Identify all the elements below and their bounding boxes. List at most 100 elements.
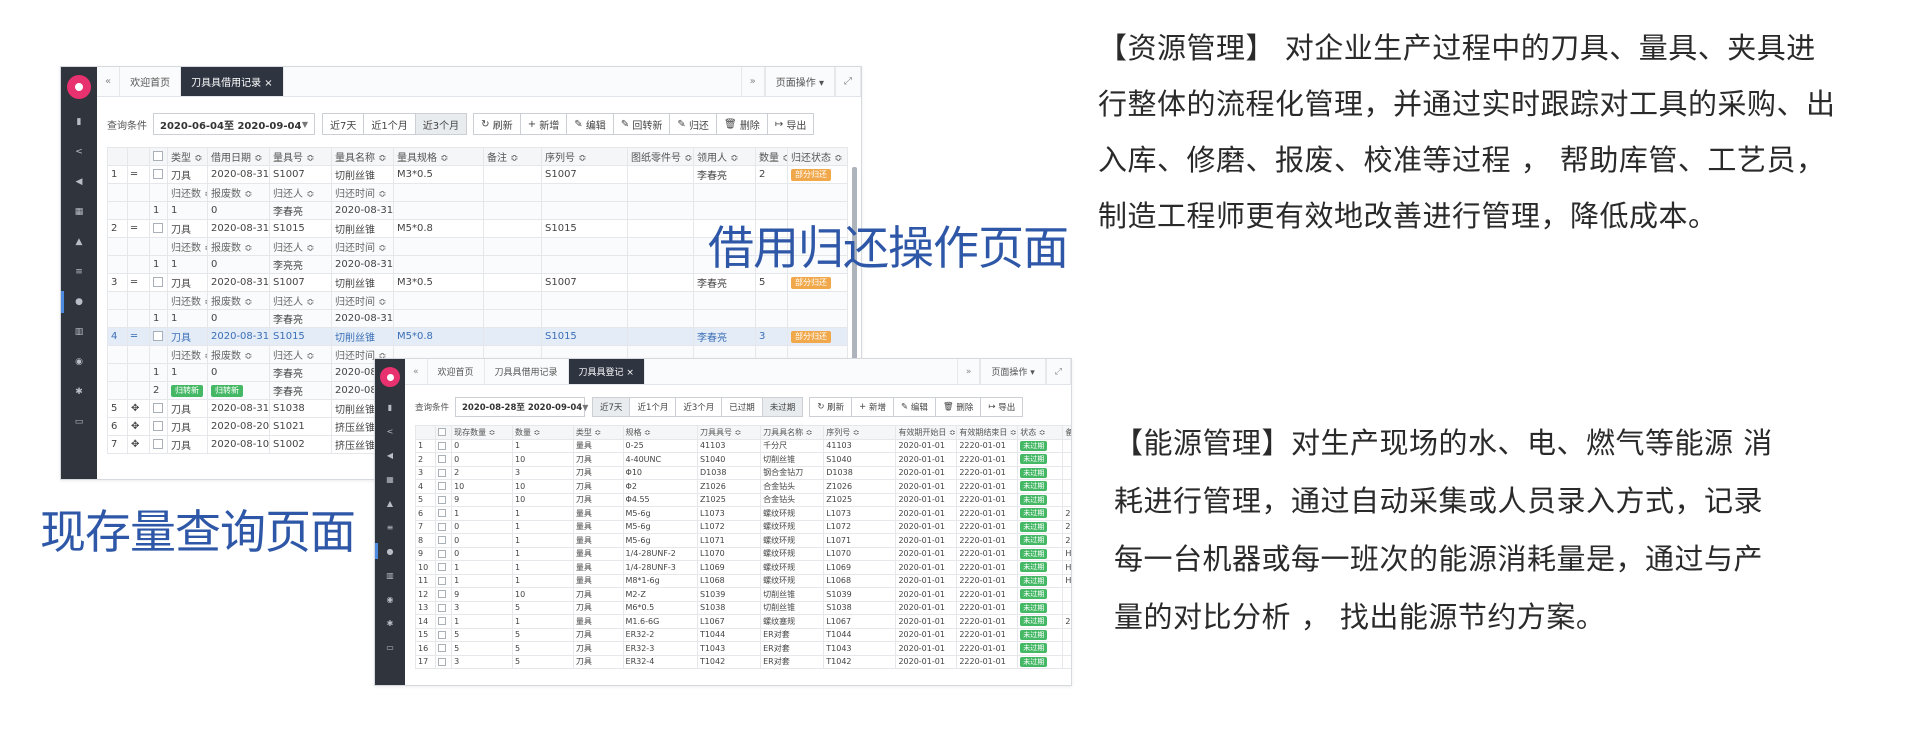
refresh-button[interactable]: ↻ 刷新 <box>473 113 521 135</box>
tab-borrow-record[interactable]: 刀具具借用记录 <box>485 359 569 384</box>
table-row[interactable]: 16 5 5 刀具 ER32-3 T1043 ER对套 T1043 2020-01-01 2220… <box>414 641 1071 656</box>
refresh-button[interactable]: ↻ 刷新 <box>809 397 853 417</box>
settings-icon[interactable]: ◉ <box>61 347 97 377</box>
document-icon[interactable]: ▮ <box>375 395 405 419</box>
col-type[interactable]: 类型 ≎ <box>572 425 624 440</box>
export-button[interactable]: ↦ 导出 <box>766 113 815 135</box>
checkbox[interactable] <box>438 657 447 666</box>
table-row[interactable]: 6 1 1 量具 M5-6g L1073 螺纹环规 L1073 2020-01-01 2220-0… <box>414 506 1071 521</box>
logo-pin-icon[interactable] <box>67 75 91 99</box>
row-checkbox[interactable] <box>435 627 453 642</box>
col-status[interactable]: 归还状态 ≎ <box>787 147 848 166</box>
row-checkbox[interactable] <box>149 165 168 184</box>
monitor-icon[interactable]: ▭ <box>375 635 405 659</box>
table-row[interactable]: 17 3 5 刀具 ER32-4 T1042 ER对套 T1042 2020-01-01 2220… <box>414 654 1071 669</box>
col-serial[interactable]: 序列号 ≎ <box>541 147 628 166</box>
table-row[interactable]: 4 10 10 刀具 Φ2 Z1026 合金钻头 Z1026 2020-01-01 2220-01… <box>414 479 1071 494</box>
checkbox[interactable] <box>153 277 163 287</box>
row-checkbox[interactable] <box>149 327 168 346</box>
col-qty[interactable]: 数量 ≎ <box>511 425 574 440</box>
row-checkbox[interactable] <box>435 438 453 453</box>
checkbox[interactable] <box>438 563 447 572</box>
checkbox[interactable] <box>438 644 447 653</box>
sub-col[interactable]: 报废数 ≎ <box>207 291 270 310</box>
table-row[interactable]: 1 ═ 刀具 2020-08-31 S1007 切削丝锥 M3*0.5 S1007 李春亮 2 部分… <box>107 165 848 184</box>
convert-new-button[interactable]: ✎ 回转新 <box>612 113 671 135</box>
checkbox[interactable] <box>438 522 447 531</box>
col-user[interactable]: 领用人 ≎ <box>693 147 756 166</box>
col-status[interactable]: 状态 ≎ <box>1017 425 1064 440</box>
col-name[interactable]: 量具名称 ≎ <box>331 147 394 166</box>
settings-icon[interactable]: ◉ <box>375 587 405 611</box>
row-checkbox[interactable] <box>149 273 168 292</box>
checkbox[interactable] <box>438 441 447 450</box>
list-icon[interactable]: ≡ <box>61 257 97 287</box>
table-row[interactable]: 4 ═ 刀具 2020-08-31 S1015 切削丝锥 M5*0.8 S1015 李春亮 3 部分… <box>107 327 848 346</box>
shield-icon[interactable]: ● <box>375 539 405 563</box>
send-icon[interactable]: ◀ <box>375 443 405 467</box>
row-checkbox[interactable] <box>435 546 453 561</box>
col-spec[interactable]: 规格 ≎ <box>622 425 698 440</box>
last-1-month-button[interactable]: 近1个月 <box>363 113 416 135</box>
add-button[interactable]: + 新增 <box>519 113 568 135</box>
checkbox[interactable] <box>438 482 447 491</box>
return-button[interactable]: ✎ 归还 <box>669 113 717 135</box>
col-date[interactable]: 借用日期 ≎ <box>207 147 270 166</box>
expand-icon[interactable]: ✥ <box>127 435 150 454</box>
row-checkbox[interactable] <box>435 560 453 575</box>
collapse-icon[interactable]: ═ <box>127 219 150 238</box>
sub-col[interactable]: 归还时间 ≎ <box>331 291 394 310</box>
col-stock[interactable]: 现存数量 ≎ <box>451 425 513 440</box>
sub-col[interactable]: 报废数 ≎ <box>207 183 270 202</box>
page-ops-menu[interactable]: 页面操作 ▾ <box>764 67 835 96</box>
row-checkbox[interactable] <box>435 573 453 588</box>
tab-scroll-left-icon[interactable]: « <box>405 359 428 384</box>
row-checkbox[interactable] <box>435 587 453 602</box>
row-checkbox[interactable] <box>149 417 168 436</box>
sub-col[interactable]: 归还数 ≎ <box>167 183 208 202</box>
expand-icon[interactable]: ✥ <box>127 399 150 418</box>
delete-button[interactable]: 🗑 删除 <box>934 397 982 417</box>
bank-icon[interactable]: ▦ <box>61 197 97 227</box>
row-checkbox[interactable] <box>149 219 168 238</box>
sub-col[interactable]: 归还人 ≎ <box>269 237 332 256</box>
collapse-icon[interactable]: ═ <box>127 327 150 346</box>
table-row[interactable]: 1 0 1 量具 0-25 41103 千分尺 41103 2020-01-01 2220-01-… <box>414 438 1071 453</box>
sub-col[interactable]: 归还时间 ≎ <box>331 237 394 256</box>
fullscreen-icon[interactable]: ⤢ <box>1045 359 1071 384</box>
sub-col[interactable]: 归还数 ≎ <box>167 345 208 364</box>
checkbox[interactable] <box>153 421 163 431</box>
tab-welcome[interactable]: 欢迎首页 <box>120 67 182 96</box>
bank-icon[interactable]: ▦ <box>375 467 405 491</box>
row-checkbox[interactable] <box>435 465 453 480</box>
col-name[interactable]: 刀具具名称 ≎ <box>760 425 825 440</box>
last-7-days-button[interactable]: 近7天 <box>592 397 631 417</box>
tab-welcome[interactable]: 欢迎首页 <box>428 359 485 384</box>
row-checkbox[interactable] <box>435 654 453 669</box>
shield-icon[interactable]: ● <box>61 287 97 317</box>
expand-icon[interactable]: ✥ <box>127 417 150 436</box>
add-button[interactable]: + 新增 <box>851 397 894 417</box>
last-3-months-button[interactable]: 近3个月 <box>414 113 468 135</box>
date-range-picker[interactable]: 2020-08-28至 2020-09-04 ▼ <box>455 397 588 417</box>
col-type[interactable]: 类型 ≎ <box>167 147 208 166</box>
tab-scroll-left-icon[interactable]: « <box>97 67 121 96</box>
col-remark[interactable]: 备注 ≎ <box>483 147 542 166</box>
col-spec[interactable]: 量具规格 ≎ <box>393 147 484 166</box>
chart-icon[interactable]: ▥ <box>61 317 97 347</box>
checkbox[interactable] <box>438 576 447 585</box>
share-icon[interactable]: < <box>61 137 97 167</box>
checkbox[interactable] <box>438 468 447 477</box>
sub-col[interactable]: 归还人 ≎ <box>269 291 332 310</box>
table-row[interactable]: 13 3 5 刀具 M6*0.5 S1038 切削丝锥 S1038 2020-01-01 2220… <box>414 600 1071 615</box>
date-range-picker[interactable]: 2020-06-04至 2020-09-04 ▼ <box>153 113 315 135</box>
checkbox[interactable] <box>153 223 163 233</box>
table-row[interactable]: 7 0 1 量具 M5-6g L1072 螺纹环规 L1072 2020-01-01 2220-0… <box>414 519 1071 534</box>
collapse-icon[interactable]: ═ <box>127 165 150 184</box>
col-serial[interactable]: 序列号 ≎ <box>823 425 897 440</box>
gear-icon[interactable]: ✱ <box>61 377 97 407</box>
tab-stock-register[interactable]: 刀具具登记 × <box>568 359 645 384</box>
checkbox[interactable] <box>153 439 163 449</box>
checkbox[interactable] <box>438 590 447 599</box>
list-icon[interactable]: ≡ <box>375 515 405 539</box>
